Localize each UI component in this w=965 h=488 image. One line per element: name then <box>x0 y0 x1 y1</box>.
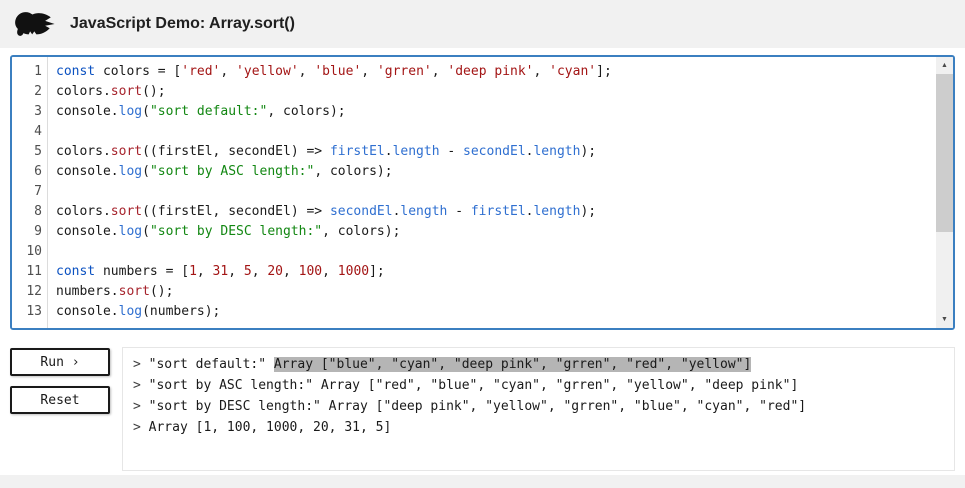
code-line[interactable]: console.log("sort default:", colors); <box>56 102 929 122</box>
code-line[interactable]: const colors = ['red', 'yellow', 'blue',… <box>56 62 929 82</box>
code-line[interactable] <box>56 242 929 262</box>
page-header: JavaScript Demo: Array.sort() <box>0 0 965 48</box>
line-number: 1 <box>34 64 42 79</box>
line-number: 8 <box>34 204 42 219</box>
line-number: 2 <box>34 84 42 99</box>
code-line[interactable]: numbers.sort(); <box>56 282 929 302</box>
line-number: 7 <box>34 184 42 199</box>
console-prompt: > <box>133 420 149 435</box>
console-prompt: > <box>133 399 149 414</box>
console-output[interactable]: > "sort default:" Array ["blue", "cyan",… <box>122 347 955 471</box>
line-number: 6 <box>34 164 42 179</box>
console-prompt: > <box>133 378 149 393</box>
console-row[interactable]: > "sort default:" Array ["blue", "cyan",… <box>133 354 944 375</box>
scrollbar-thumb[interactable] <box>936 74 953 232</box>
code-line[interactable]: colors.sort(); <box>56 82 929 102</box>
code-line[interactable]: console.log("sort by ASC length:", color… <box>56 162 929 182</box>
code-line[interactable]: console.log("sort by DESC length:", colo… <box>56 222 929 242</box>
line-number: 10 <box>26 244 42 259</box>
editor-gutter: 1 2 3 4 5 6 7 8 9 10 11 12 13 <box>12 57 48 328</box>
dino-logo-icon <box>14 9 56 39</box>
footer-strip <box>0 475 965 488</box>
line-number: 5 <box>34 144 42 159</box>
scroll-down-icon[interactable]: ▼ <box>936 311 953 328</box>
code-line[interactable]: colors.sort((firstEl, secondEl) => secon… <box>56 202 929 222</box>
code-line[interactable]: colors.sort((firstEl, secondEl) => first… <box>56 142 929 162</box>
line-number: 12 <box>26 284 42 299</box>
run-button[interactable]: Run › <box>10 348 110 376</box>
page-title: JavaScript Demo: Array.sort() <box>70 15 295 32</box>
line-number: 13 <box>26 304 42 319</box>
code-editor[interactable]: 1 2 3 4 5 6 7 8 9 10 11 12 13 const colors = ['red',… <box>10 55 955 330</box>
code-line[interactable] <box>56 122 929 142</box>
reset-button[interactable]: Reset <box>10 386 110 414</box>
line-number: 3 <box>34 104 42 119</box>
line-number: 11 <box>26 264 42 279</box>
code-line[interactable]: const numbers = [1, 31, 5, 20, 100, 1000… <box>56 262 929 282</box>
console-row[interactable]: > Array [1, 100, 1000, 20, 31, 5] <box>133 417 944 438</box>
editor-code[interactable]: const colors = ['red', 'yellow', 'blue',… <box>48 57 953 328</box>
console-prompt: > <box>133 357 149 372</box>
line-number: 4 <box>34 124 42 139</box>
selected-text: Array ["blue", "cyan", "deep pink", "grr… <box>273 357 752 372</box>
code-line[interactable]: console.log(numbers); <box>56 302 929 322</box>
editor-scrollbar[interactable]: ▲ ▼ <box>936 57 953 328</box>
console-row[interactable]: > "sort by ASC length:" Array ["red", "b… <box>133 375 944 396</box>
console-row[interactable]: > "sort by DESC length:" Array ["deep pi… <box>133 396 944 417</box>
line-number: 9 <box>34 224 42 239</box>
code-line[interactable] <box>56 182 929 202</box>
scroll-up-icon[interactable]: ▲ <box>936 57 953 74</box>
